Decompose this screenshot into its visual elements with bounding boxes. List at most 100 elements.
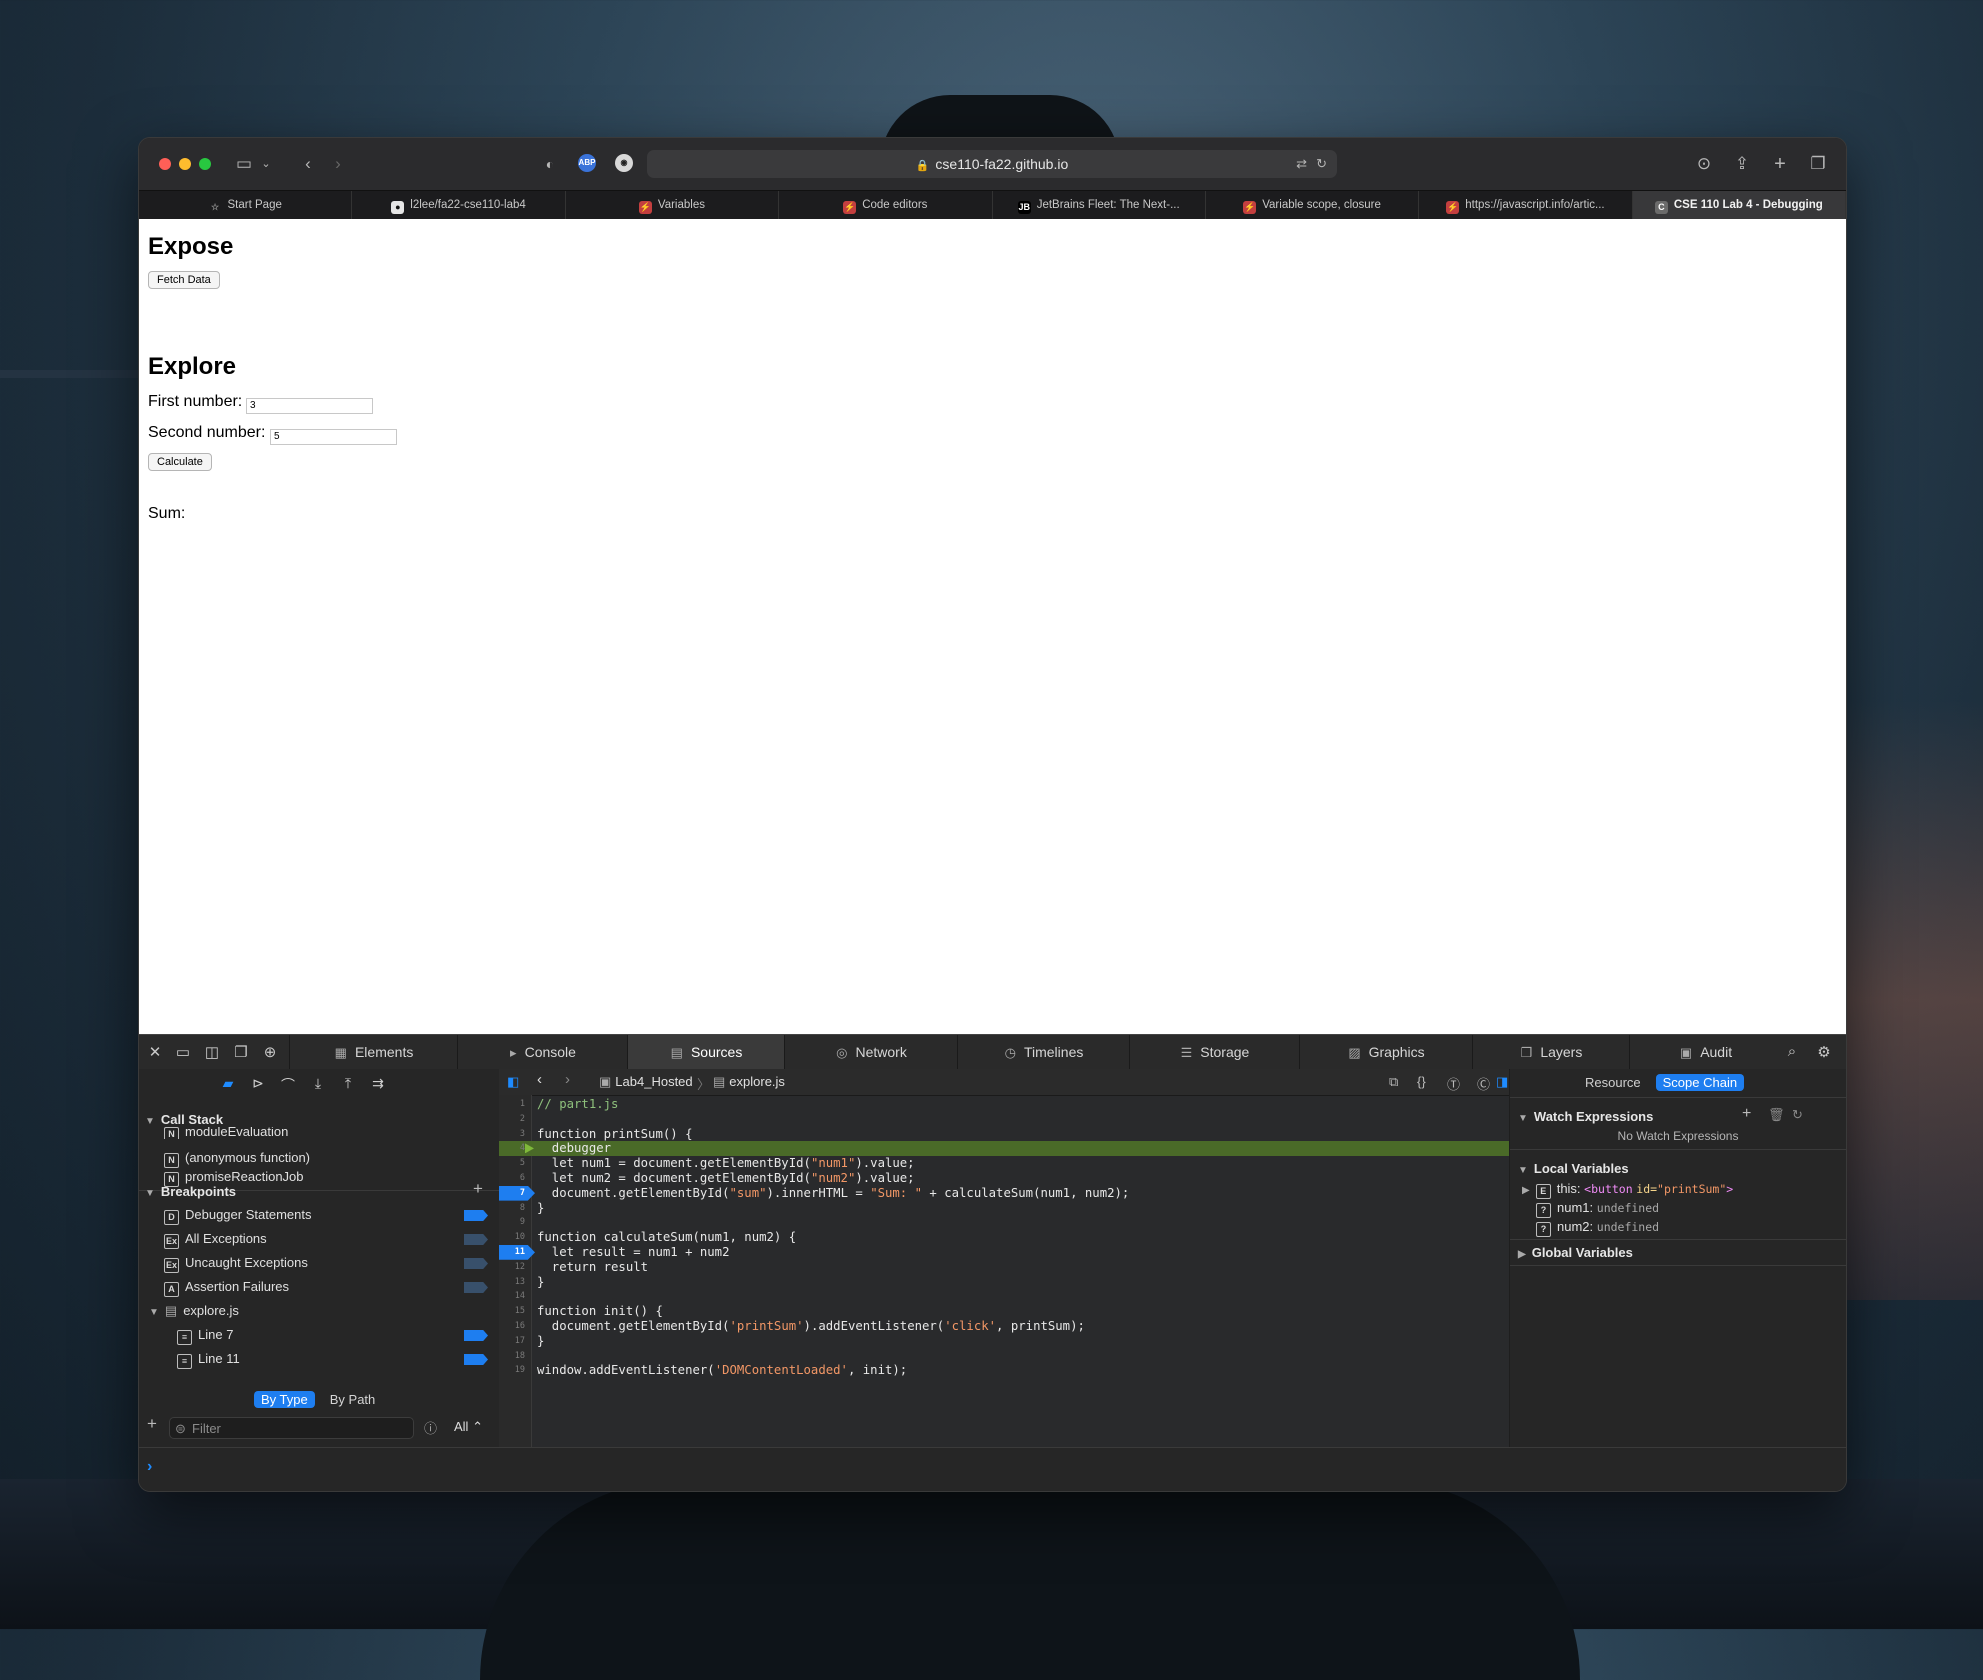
breadcrumb-folder[interactable]: ▣ Lab4_Hosted — [599, 1074, 693, 1090]
line-number[interactable]: 3 — [499, 1127, 529, 1142]
first-number-input[interactable]: 3 — [246, 398, 373, 414]
devtools-tab-layers[interactable]: ❒ Layers — [1472, 1035, 1630, 1069]
breakpoint-flag-icon[interactable] — [464, 1234, 488, 1245]
zoom-window-button[interactable] — [199, 158, 211, 170]
browser-tab[interactable]: ⚡ Variables — [566, 191, 780, 219]
code-line[interactable]: 19 window.addEventListener('DOMContentLoa… — [499, 1363, 1509, 1378]
code-line[interactable]: 10 function calculateSum(num1, num2) { — [499, 1230, 1509, 1245]
devtools-tab-elements[interactable]: ▦ Elements — [289, 1035, 458, 1069]
code-line[interactable]: 1 // part1.js — [499, 1097, 1509, 1112]
line-number[interactable]: 13 — [499, 1275, 529, 1290]
forward-icon[interactable]: › — [325, 152, 351, 176]
gear-icon[interactable]: ⚙ — [1813, 1043, 1835, 1061]
breakpoint-file-row[interactable]: ▼ ▤ explore.js — [149, 1303, 239, 1319]
detach-icon[interactable]: ❐ — [230, 1043, 252, 1061]
privacy-shield-icon[interactable]: ◐ — [537, 152, 563, 176]
back-icon[interactable]: ‹ — [537, 1071, 542, 1088]
navigator-toggle-icon[interactable]: ◧ — [507, 1074, 519, 1090]
breakpoint-item[interactable]: D Debugger Statements — [164, 1207, 311, 1225]
code-line[interactable]: 7 document.getElementById("sum").innerHT… — [499, 1185, 1509, 1201]
fetch-data-button[interactable]: Fetch Data — [148, 271, 220, 289]
info-icon[interactable]: ⓘ — [424, 1418, 437, 1437]
translate-icon[interactable]: ⇄ — [1296, 150, 1307, 178]
code-line[interactable]: 18 — [499, 1349, 1509, 1364]
close-window-button[interactable] — [159, 158, 171, 170]
line-number[interactable]: 2 — [499, 1112, 529, 1127]
forward-icon[interactable]: › — [565, 1071, 570, 1088]
console-prompt[interactable]: › — [139, 1447, 1846, 1491]
num1-variable-row[interactable]: ? num1: undefined — [1536, 1200, 1659, 1218]
details-sidebar-toggle-icon[interactable]: ◨ — [1496, 1074, 1508, 1090]
breakpoint-item[interactable]: Ex All Exceptions — [164, 1231, 267, 1249]
code-line[interactable]: 2 — [499, 1112, 1509, 1127]
code-line[interactable]: 5 let num1 = document.getElementById("nu… — [499, 1156, 1509, 1171]
breakpoints-toggle-icon[interactable]: ▰ — [219, 1075, 237, 1095]
breakpoint-flag-icon[interactable] — [464, 1354, 488, 1365]
step-over-icon[interactable]: ⌒ — [279, 1075, 297, 1095]
chevron-down-icon[interactable]: ⌄ — [253, 152, 279, 176]
devtools-tab-console[interactable]: ▸ Console — [457, 1035, 628, 1069]
breakpoint-flag-icon[interactable] — [464, 1258, 488, 1269]
global-variables-header[interactable]: ▶ Global Variables — [1518, 1245, 1633, 1260]
new-tab-icon[interactable]: + — [1767, 152, 1793, 176]
breakpoint-flag-icon[interactable] — [464, 1282, 488, 1293]
browser-tab[interactable]: JB JetBrains Fleet: The Next-... — [993, 191, 1206, 219]
code-line[interactable]: 15 function init() { — [499, 1304, 1509, 1319]
browser-tab[interactable]: ☆ Start Page — [139, 191, 353, 219]
code-line[interactable]: 6 let num2 = document.getElementById("nu… — [499, 1171, 1509, 1186]
code-line[interactable]: 13} — [499, 1275, 1509, 1290]
extension-badge-icon[interactable]: ABP — [578, 154, 596, 172]
line-breakpoint[interactable]: ≡ Line 7 — [177, 1327, 233, 1345]
code-line[interactable]: 9 — [499, 1215, 1509, 1230]
devtools-tab-graphics[interactable]: ▨ Graphics — [1299, 1035, 1473, 1069]
step-out-icon[interactable]: ⤒ — [339, 1075, 357, 1095]
line-number[interactable]: 6 — [499, 1171, 529, 1186]
code-line[interactable]: 17} — [499, 1334, 1509, 1349]
calculate-button[interactable]: Calculate — [148, 453, 212, 471]
local-variables-header[interactable]: ▼ Local Variables — [1518, 1161, 1629, 1176]
downloads-icon[interactable]: ⊙ — [1691, 152, 1717, 176]
refresh-icon[interactable]: ↻ — [1792, 1107, 1803, 1123]
line-number[interactable]: 5 — [499, 1156, 529, 1171]
trash-icon[interactable]: 🗑 — [1768, 1107, 1785, 1123]
code-line[interactable]: 14 — [499, 1289, 1509, 1304]
line-number[interactable]: 7 — [499, 1185, 535, 1201]
breakpoints-header[interactable]: ▼ Breakpoints — [145, 1184, 236, 1199]
num2-variable-row[interactable]: ? num2: undefined — [1536, 1219, 1659, 1237]
line-number[interactable]: 9 — [499, 1215, 529, 1230]
devtools-tab-timelines[interactable]: ◷ Timelines — [957, 1035, 1130, 1069]
add-watch-icon[interactable]: + — [1742, 1105, 1751, 1123]
close-devtools-icon[interactable]: ✕ — [144, 1043, 166, 1061]
address-bar[interactable]: 🔒 cse110-fa22.github.io ⇄ ↻ — [647, 150, 1337, 178]
line-number[interactable]: 1 — [499, 1097, 529, 1112]
minimize-window-button[interactable] — [179, 158, 191, 170]
pretty-print-icon[interactable]: {} — [1417, 1074, 1426, 1089]
scope-chain-tab[interactable]: Scope Chain — [1655, 1074, 1745, 1091]
call-stack-header[interactable]: ▼ Call Stack — [145, 1112, 223, 1127]
add-breakpoint-icon[interactable]: + — [473, 1179, 483, 1199]
copy-icon[interactable]: ⧉ — [1389, 1074, 1398, 1090]
devtools-tab-sources[interactable]: ▤ Sources — [627, 1035, 785, 1069]
breakpoint-item[interactable]: A Assertion Failures — [164, 1279, 289, 1297]
second-number-input[interactable]: 5 — [270, 429, 397, 445]
line-breakpoint[interactable]: ≡ Line 11 — [177, 1351, 240, 1369]
code-line[interactable]: 4 debugger — [499, 1141, 1509, 1157]
line-number[interactable]: 18 — [499, 1349, 529, 1364]
line-number[interactable]: 4 — [499, 1141, 529, 1156]
line-number[interactable]: 16 — [499, 1319, 529, 1334]
devtools-tab-network[interactable]: ◎ Network — [784, 1035, 958, 1069]
this-variable-row[interactable]: ▶ Ethis: <button id="printSum"> — [1522, 1181, 1733, 1199]
by-type-button[interactable]: By Type — [254, 1391, 315, 1408]
filter-input[interactable]: ⊜ Filter — [169, 1417, 414, 1439]
coverage-icon[interactable]: Ⓒ — [1477, 1074, 1490, 1093]
code-line[interactable]: 8} — [499, 1201, 1509, 1216]
dock-bottom-icon[interactable]: ▭ — [172, 1043, 194, 1061]
extension-icon[interactable]: ◉ — [615, 154, 633, 172]
dock-side-icon[interactable]: ◫ — [201, 1043, 223, 1061]
line-number[interactable]: 12 — [499, 1260, 529, 1275]
code-line[interactable]: 12 return result — [499, 1260, 1509, 1275]
line-number[interactable]: 8 — [499, 1201, 529, 1216]
browser-tab[interactable]: ⚡ Code editors — [779, 191, 993, 219]
code-line[interactable]: 3 function printSum() { — [499, 1127, 1509, 1142]
filter-scope-select[interactable]: All ⌃ — [454, 1419, 483, 1435]
